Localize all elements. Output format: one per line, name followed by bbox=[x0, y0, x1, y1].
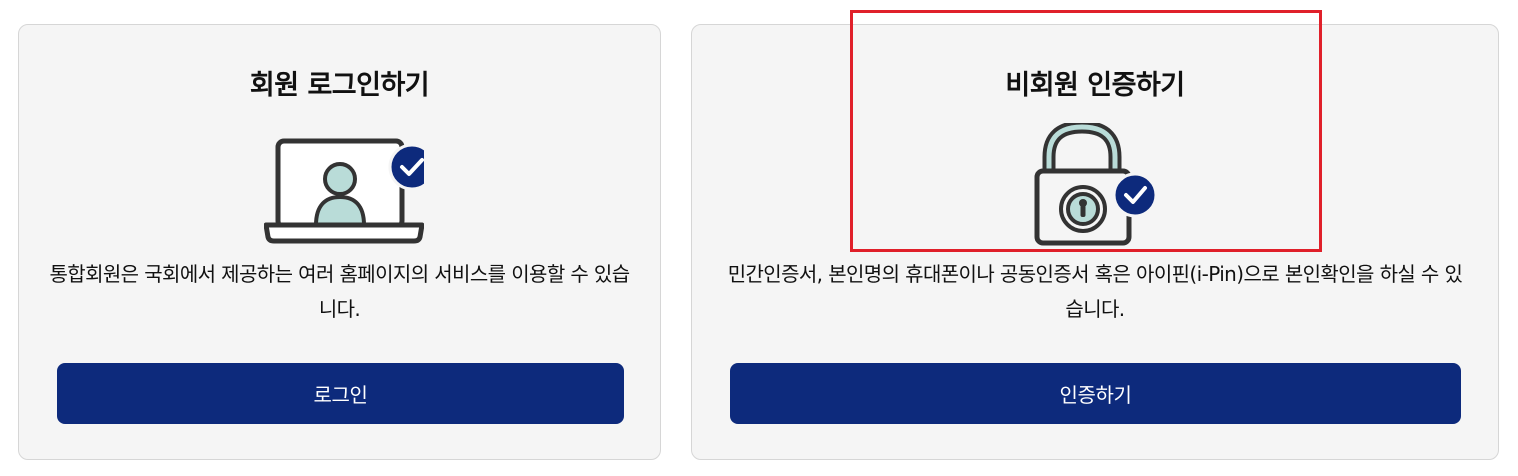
verify-button[interactable]: 인증하기 bbox=[730, 363, 1461, 424]
nonmember-auth-card: 비회원 인증하기 민간인증서, 본인명의 휴대폰이나 공동인증서 혹은 아이핀(… bbox=[691, 24, 1499, 460]
laptop-user-check-icon bbox=[263, 137, 436, 247]
padlock-check-icon bbox=[1032, 120, 1162, 248]
login-button[interactable]: 로그인 bbox=[57, 363, 624, 424]
nonmember-auth-description: 민간인증서, 본인명의 휴대폰이나 공동인증서 혹은 아이핀(i-Pin)으로 … bbox=[727, 262, 1463, 321]
nonmember-auth-title: 비회원 인증하기 bbox=[1005, 70, 1185, 101]
member-login-title: 회원 로그인하기 bbox=[249, 70, 430, 101]
member-login-description: 통합회원은 국회에서 제공하는 여러 홈페이지의 서비스를 이용할 수 있습니다… bbox=[49, 262, 630, 321]
member-login-card: 회원 로그인하기 통합회원은 국회에서 제공하는 여러 홈페이지의 서비스를 이… bbox=[18, 24, 661, 460]
